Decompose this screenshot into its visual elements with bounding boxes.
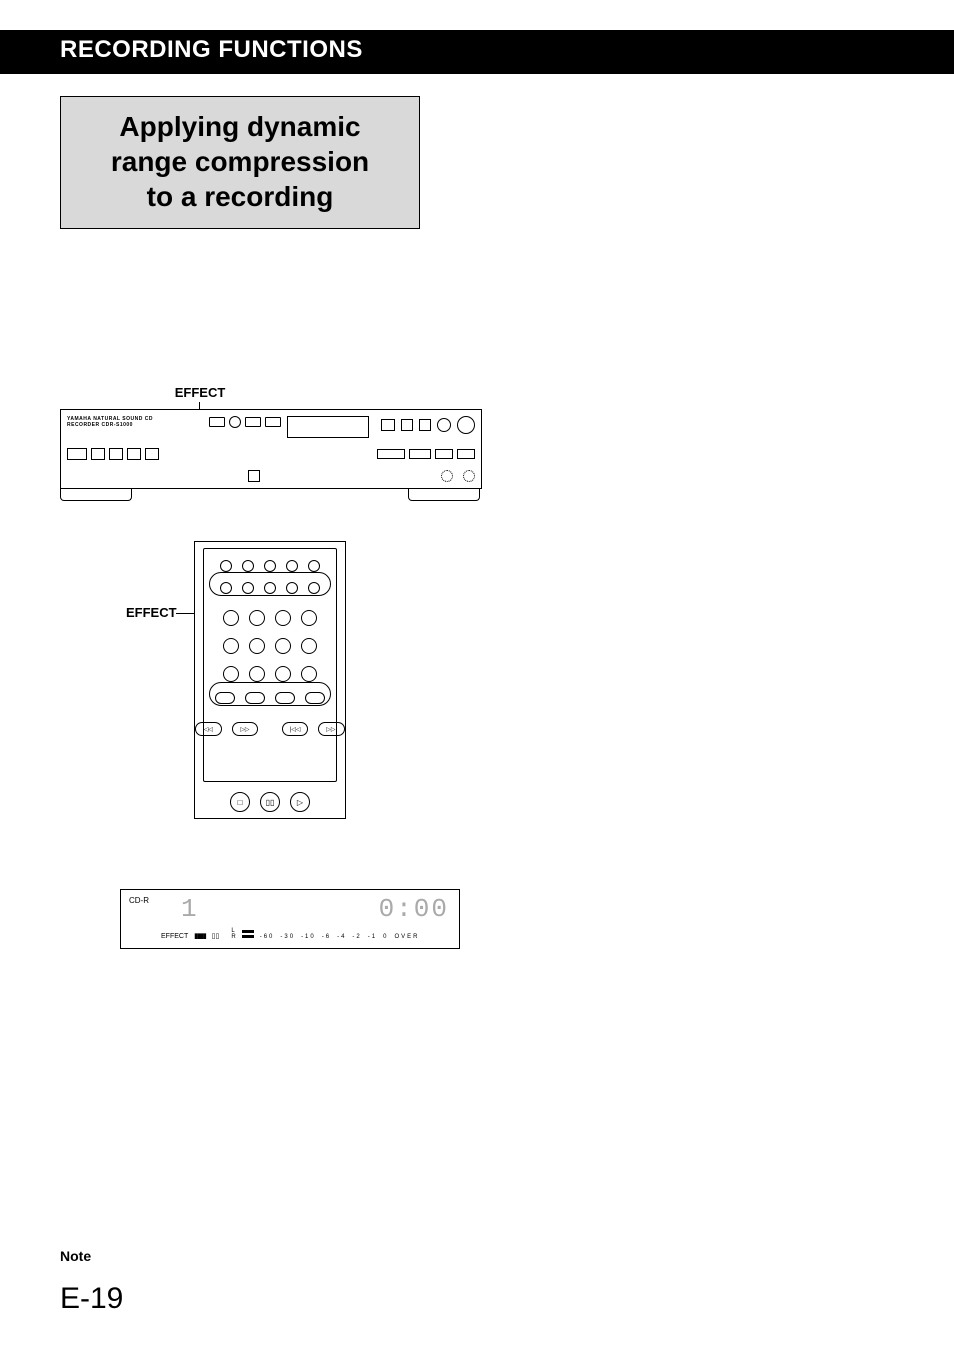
remote-control: ◁◁ ▷▷ |◁◁ ▷▷| □ ▯▯ ▷ [194, 541, 346, 819]
topic-title: Applying dynamic range compression to a … [71, 109, 409, 214]
panel-effect-button [265, 417, 281, 427]
effect-callout-label: EFFECT [170, 385, 230, 400]
level-tick-6: -6 [322, 934, 331, 940]
front-panel-illustration: EFFECT YAMAHA NATURAL SOUND CD RECORDER … [60, 409, 480, 501]
topic-title-line-3: to a recording [147, 181, 334, 212]
track-number-display: 1 [181, 894, 199, 924]
cd-recorder-front-panel: YAMAHA NATURAL SOUND CD RECORDER CDR-S10… [60, 409, 482, 489]
level-tick-over: OVER [394, 934, 419, 940]
display-readout-illustration: CD-R 1 0:00 EFFECT ▮▮▮▮ ▯▯ L R -60 -30 -… [120, 889, 460, 949]
panel-button-2 [229, 416, 241, 428]
unit-foot-left [60, 488, 132, 501]
remote-pill-3 [275, 692, 295, 704]
mid-button-4 [127, 448, 141, 460]
level-tick-60: -60 [260, 934, 275, 940]
remote-effect-row-btn5 [308, 582, 320, 594]
unit-foot-right [408, 488, 480, 501]
page-number: E-19 [60, 1282, 123, 1316]
bottom-port-icon [248, 470, 260, 482]
level-bars-icon [242, 930, 254, 940]
channel-right-label: R [231, 934, 235, 940]
headphones-jack-icon [441, 470, 453, 482]
remote-effect-row-btn3 [264, 582, 276, 594]
mid-button-right-1 [377, 449, 405, 459]
panel-power-button [437, 418, 451, 432]
section-header-band: RECORDING FUNCTIONS [0, 30, 954, 74]
lcd-display: CD-R 1 0:00 EFFECT ▮▮▮▮ ▯▯ L R -60 -30 -… [120, 889, 460, 949]
remote-effect-row-btn4 [286, 582, 298, 594]
panel-button-1 [209, 417, 225, 427]
remote-effect-row-btn1 [220, 582, 232, 594]
mid-button-right-2 [409, 449, 431, 459]
topic-title-line-1: Applying dynamic [119, 111, 360, 142]
remote-stop-button: □ [230, 792, 250, 812]
remote-pause-button: ▯▯ [260, 792, 280, 812]
mid-button-1 [67, 448, 87, 460]
panel-play-button [419, 419, 431, 431]
topic-title-line-2: range compression [111, 146, 369, 177]
level-tick-30: -30 [280, 934, 295, 940]
disc-type-indicator: CD-R [129, 896, 149, 905]
effect-indicator: EFFECT [161, 933, 188, 940]
remote-play-button: ▷ [290, 792, 310, 812]
panel-stop-button [401, 419, 413, 431]
note-label: Note [60, 1248, 91, 1264]
mid-button-5 [145, 448, 159, 460]
remote-pill-4 [305, 692, 325, 704]
level-tick-4: -4 [337, 934, 346, 940]
panel-level-knob [457, 416, 475, 434]
remote-pill-1 [215, 692, 235, 704]
disc-tray-slot [287, 416, 369, 438]
level-tick-10: -10 [301, 934, 316, 940]
level-tick-2: -2 [352, 934, 361, 940]
time-display: 0:00 [379, 894, 449, 924]
level-tick-0: 0 [383, 934, 388, 940]
mid-button-3 [109, 448, 123, 460]
brand-label: YAMAHA NATURAL SOUND CD RECORDER CDR-S10… [67, 416, 173, 428]
section-title: RECORDING FUNCTIONS [60, 36, 894, 64]
panel-open-close-button [381, 419, 395, 431]
panel-button-3 [245, 417, 261, 427]
level-tick-1: -1 [368, 934, 377, 940]
mid-button-right-4 [457, 449, 475, 459]
remote-pill-2 [245, 692, 265, 704]
remote-effect-row-btn2 [242, 582, 254, 594]
mid-button-right-3 [435, 449, 453, 459]
mid-button-2 [91, 448, 105, 460]
level-jack-icon [463, 470, 475, 482]
topic-title-block: Applying dynamic range compression to a … [60, 96, 420, 229]
remote-illustration: EFFECT [60, 541, 480, 819]
remote-effect-callout-label: EFFECT [126, 605, 177, 620]
rec-indicator: ▯▯ [212, 932, 220, 940]
pause-indicator: ▮▮▮▮ [194, 932, 205, 940]
